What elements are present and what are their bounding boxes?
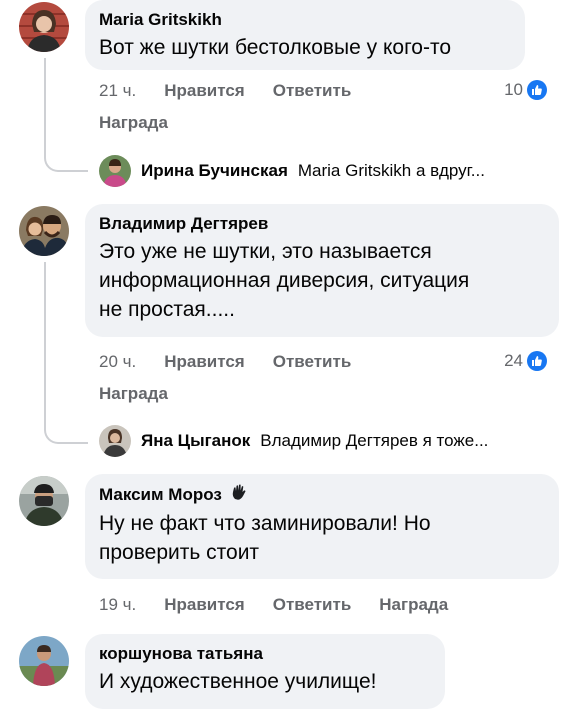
award-button[interactable]: Награда — [99, 113, 168, 133]
avatar[interactable] — [19, 636, 69, 686]
timestamp[interactable]: 19 ч. — [99, 595, 136, 615]
comment-text: Ну не факт что заминировали! Но проверит… — [99, 512, 431, 564]
thumbs-up-icon — [527, 80, 547, 100]
avatar — [99, 155, 131, 187]
comment-bubble: коршунова татьяна И художественное учили… — [85, 634, 445, 709]
comment-text: Вот же шутки бестолковые у кого-то — [99, 36, 452, 59]
like-button[interactable]: Нравится — [164, 352, 245, 372]
comment-bubble: Maria Gritskikh Вот же шутки бестолковые… — [85, 0, 525, 70]
comment-actions: 19 ч. Нравится Ответить Награда — [99, 595, 448, 615]
reaction-count[interactable]: 24 — [504, 351, 547, 371]
thread-line — [44, 58, 46, 150]
thread-connector — [44, 422, 88, 444]
reply-preview[interactable]: Яна Цыганок Владимир Дегтярев я тоже... — [99, 425, 488, 457]
avatar — [99, 425, 131, 457]
comment-bubble: Владимир Дегтярев Это уже не шутки, это … — [85, 204, 559, 337]
thread-line — [44, 262, 46, 422]
waving-hand-icon — [230, 483, 248, 507]
comment-text: Это уже не шутки, это называется информа… — [99, 240, 470, 321]
comment-author[interactable]: коршунова татьяна — [99, 643, 431, 665]
reply-text: Maria Gritskikh а вдруг... — [297, 161, 485, 180]
reply-author[interactable]: Ирина Бучинская — [141, 161, 288, 181]
avatar[interactable] — [19, 206, 69, 256]
comment-author[interactable]: Максим Мороз — [99, 483, 545, 507]
reply-button[interactable]: Ответить — [273, 595, 352, 615]
comment-actions: 21 ч. Нравится Ответить — [99, 81, 351, 101]
like-button[interactable]: Нравится — [164, 81, 245, 101]
comment-author[interactable]: Maria Gritskikh — [99, 9, 511, 31]
reply-preview[interactable]: Ирина Бучинская Maria Gritskikh а вдруг.… — [99, 155, 485, 187]
comment-actions: 20 ч. Нравится Ответить — [99, 352, 351, 372]
comment-bubble: Максим Мороз Ну не факт что заминировали… — [85, 474, 559, 579]
like-button[interactable]: Нравится — [164, 595, 245, 615]
avatar[interactable] — [19, 476, 69, 526]
avatar[interactable] — [19, 2, 69, 52]
award-button[interactable]: Награда — [379, 595, 448, 615]
thread-connector — [44, 150, 88, 172]
comment-text: И художественное училище! — [99, 670, 377, 693]
reply-button[interactable]: Ответить — [273, 81, 352, 101]
timestamp[interactable]: 21 ч. — [99, 81, 136, 101]
reply-author[interactable]: Яна Цыганок — [141, 431, 250, 451]
reaction-count[interactable]: 10 — [504, 80, 547, 100]
reply-button[interactable]: Ответить — [273, 352, 352, 372]
comment-author[interactable]: Владимир Дегтярев — [99, 213, 545, 235]
thumbs-up-icon — [527, 351, 547, 371]
timestamp[interactable]: 20 ч. — [99, 352, 136, 372]
award-button[interactable]: Награда — [99, 384, 168, 404]
reply-text: Владимир Дегтярев я тоже... — [260, 431, 489, 450]
